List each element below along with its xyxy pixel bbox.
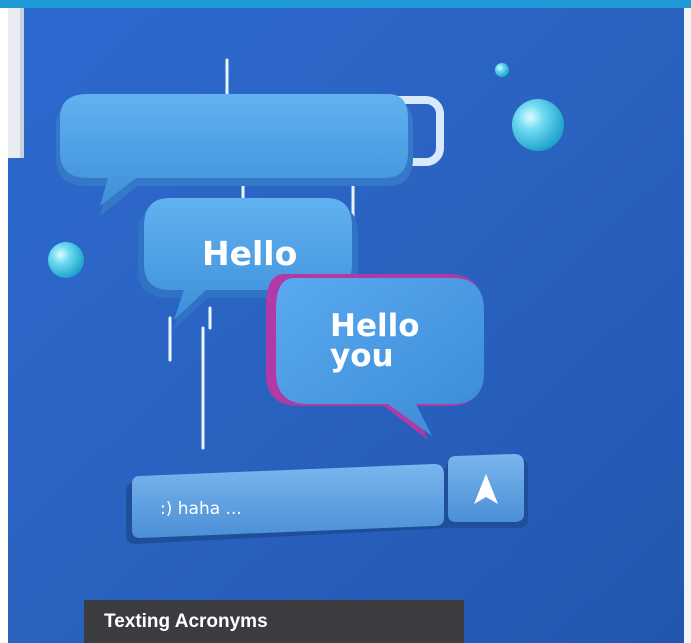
sphere-decoration xyxy=(495,63,509,77)
hello-bubble-text: Hello xyxy=(202,234,297,273)
chat-illustration: Hello Hello you :) haha ... xyxy=(8,8,684,643)
sphere-decoration xyxy=(48,242,84,278)
hello-you-line2: you xyxy=(330,338,394,374)
message-input-text: :) haha ... xyxy=(160,499,242,519)
caption-title[interactable]: Texting Acronyms xyxy=(84,600,464,643)
send-button xyxy=(446,454,528,528)
sphere-decoration xyxy=(512,99,564,151)
hero-image: Hello Hello you :) haha ... xyxy=(8,8,684,643)
right-edge-strip xyxy=(684,8,691,643)
top-accent-bar xyxy=(0,0,691,8)
